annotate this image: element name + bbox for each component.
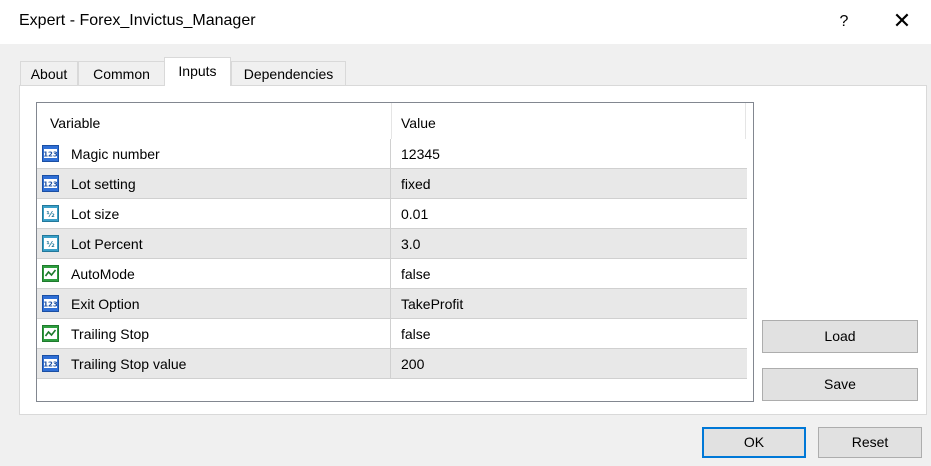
window-title: Expert - Forex_Invictus_Manager [19, 12, 256, 29]
save-button[interactable]: Save [762, 368, 918, 401]
column-header-variable[interactable]: Variable [50, 115, 100, 131]
integer-icon: 123 [42, 175, 59, 192]
close-button[interactable]: ✕ [880, 6, 924, 36]
integer-icon: 123 [42, 355, 59, 372]
help-button[interactable]: ? [826, 8, 862, 36]
tab-dependencies[interactable]: Dependencies [231, 61, 346, 85]
variable-value[interactable]: 200 [401, 356, 424, 372]
table-row[interactable]: ½ Lot size 0.01 [37, 199, 747, 229]
svg-text:123: 123 [43, 361, 58, 369]
variable-value[interactable]: TakeProfit [401, 296, 463, 312]
title-bar: Expert - Forex_Invictus_Manager ? ✕ [0, 0, 931, 44]
variable-name: Magic number [71, 146, 160, 162]
variable-cell: AutoMode [37, 259, 391, 288]
table-row[interactable]: ½ Lot Percent 3.0 [37, 229, 747, 259]
table-row[interactable]: 123 Exit Option TakeProfit [37, 289, 747, 319]
table-row[interactable]: 123 Trailing Stop value 200 [37, 349, 747, 379]
column-divider [745, 103, 746, 139]
table-row[interactable]: 123 Lot setting fixed [37, 169, 747, 199]
double-icon: ½ [42, 205, 59, 222]
variable-cell: 123 Trailing Stop value [37, 349, 391, 378]
variable-name: Exit Option [71, 296, 140, 312]
variable-cell: ½ Lot Percent [37, 229, 391, 258]
variable-cell: 123 Magic number [37, 139, 391, 168]
svg-text:123: 123 [43, 151, 58, 159]
double-icon: ½ [42, 235, 59, 252]
variable-value[interactable]: fixed [401, 176, 431, 192]
bool-icon [42, 265, 59, 282]
inputs-grid[interactable]: Variable Value 123 Magic number 12345 123 Lo… [36, 102, 754, 402]
variable-name: Trailing Stop [71, 326, 150, 342]
variable-name: Trailing Stop value [71, 356, 187, 372]
svg-text:123: 123 [43, 181, 58, 189]
variable-name: Lot Percent [71, 236, 143, 252]
table-row[interactable]: 123 Magic number 12345 [37, 139, 747, 169]
variable-name: Lot setting [71, 176, 136, 192]
variable-cell: ½ Lot size [37, 199, 391, 228]
column-header-value[interactable]: Value [401, 115, 436, 131]
variable-value[interactable]: 3.0 [401, 236, 420, 252]
variable-value[interactable]: 0.01 [401, 206, 428, 222]
svg-text:½: ½ [46, 239, 54, 249]
svg-text:½: ½ [46, 209, 54, 219]
bool-icon [42, 325, 59, 342]
variable-cell: Trailing Stop [37, 319, 391, 348]
table-row[interactable]: Trailing Stop false [37, 319, 747, 349]
variable-name: AutoMode [71, 266, 135, 282]
load-button[interactable]: Load [762, 320, 918, 353]
variable-name: Lot size [71, 206, 120, 222]
tab-common[interactable]: Common [78, 61, 165, 85]
variable-cell: 123 Lot setting [37, 169, 391, 198]
ok-button[interactable]: OK [702, 427, 806, 458]
integer-icon: 123 [42, 145, 59, 162]
grid-header: Variable Value [37, 103, 753, 139]
column-divider[interactable] [391, 103, 392, 139]
tab-inputs[interactable]: Inputs [164, 57, 231, 86]
variable-cell: 123 Exit Option [37, 289, 391, 318]
svg-text:123: 123 [43, 301, 58, 309]
variable-value[interactable]: false [401, 326, 431, 342]
table-row[interactable]: AutoMode false [37, 259, 747, 289]
tab-about[interactable]: About [20, 61, 78, 85]
variable-value[interactable]: 12345 [401, 146, 440, 162]
variable-value[interactable]: false [401, 266, 431, 282]
reset-button[interactable]: Reset [818, 427, 922, 458]
integer-icon: 123 [42, 295, 59, 312]
